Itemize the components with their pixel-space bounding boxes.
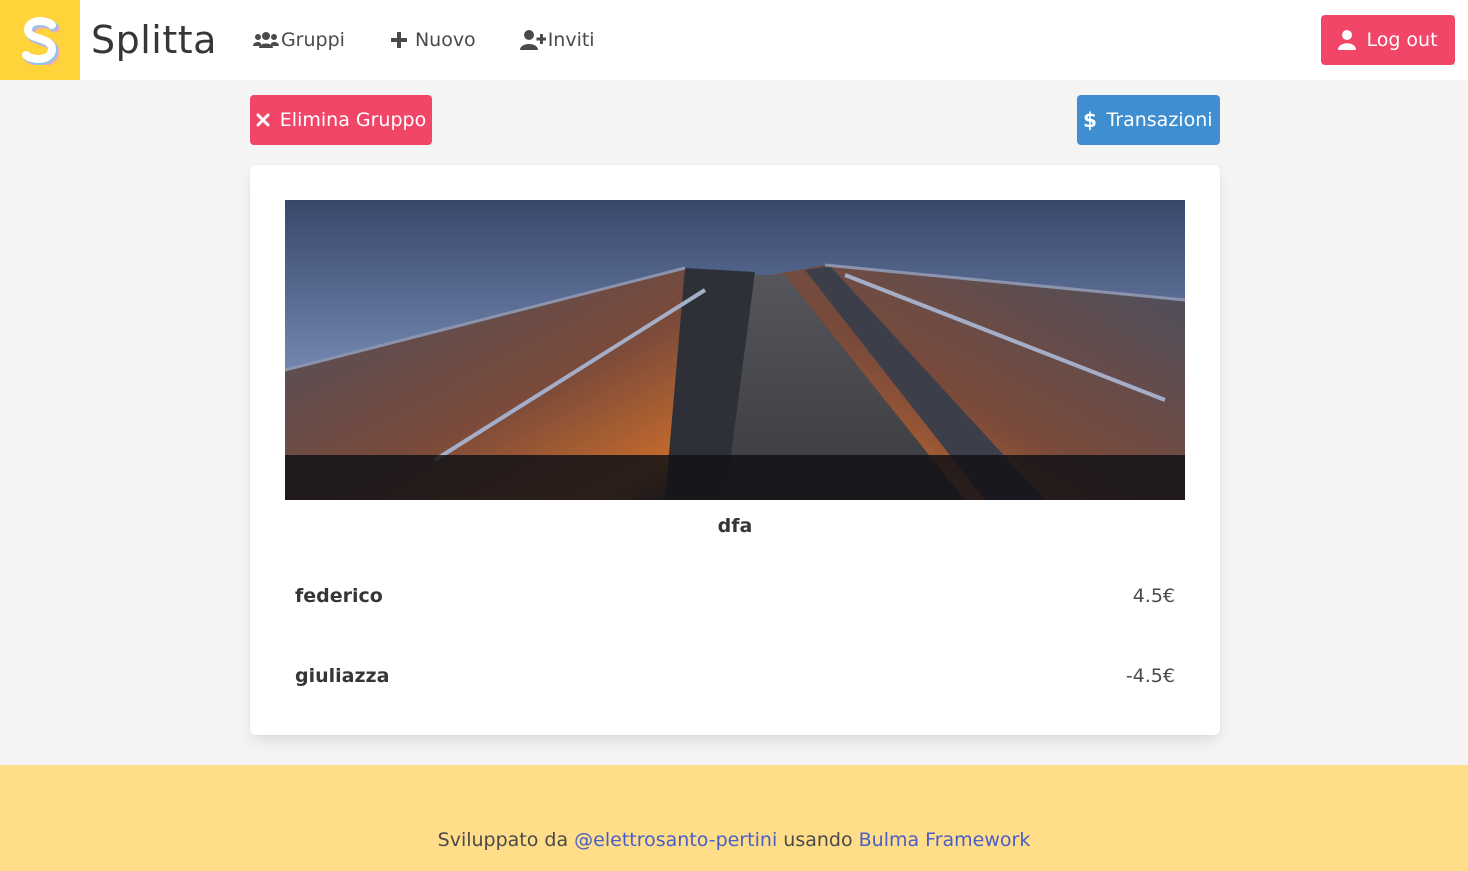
footer-prefix: Sviluppato da: [437, 829, 575, 851]
member-balance: -4.5€: [1125, 665, 1175, 687]
logo[interactable]: [0, 0, 80, 80]
group-name: dfa: [717, 515, 753, 537]
splitta-logo-icon: [22, 17, 60, 65]
group-card: dfa federico 4.5€ giuliazza -4.5€: [250, 165, 1220, 735]
member-name: giuliazza: [295, 665, 390, 687]
plus-icon: [390, 32, 407, 48]
list-item: federico 4.5€: [295, 581, 1175, 611]
framework-link[interactable]: Bulma Framework: [859, 829, 1031, 851]
member-name: federico: [295, 585, 383, 607]
member-balance: 4.5€: [1132, 585, 1175, 607]
group-image: [285, 200, 1185, 500]
brand-name[interactable]: Splitta: [91, 18, 217, 62]
nav-item-nuovo[interactable]: Nuovo: [389, 29, 476, 51]
nav-item-label: Inviti: [547, 29, 595, 51]
nav-item-inviti[interactable]: Inviti: [519, 29, 595, 51]
nav-item-label: Nuovo: [414, 29, 476, 51]
footer: Sviluppato da @elettrosanto-pertini usan…: [0, 765, 1468, 871]
user-icon: [1338, 30, 1357, 50]
close-icon: [256, 113, 270, 127]
users-icon: [252, 32, 279, 48]
logout-button[interactable]: Log out: [1321, 15, 1455, 65]
nav-item-gruppi[interactable]: Gruppi: [252, 29, 345, 51]
logout-label: Log out: [1366, 29, 1438, 51]
footer-text: Sviluppato da @elettrosanto-pertini usan…: [0, 829, 1468, 851]
author-link[interactable]: @elettrosanto-pertini: [574, 829, 777, 851]
nav-item-label: Gruppi: [280, 29, 345, 51]
user-plus-icon: [519, 30, 546, 50]
delete-group-button[interactable]: Elimina Gruppo: [250, 95, 432, 145]
transactions-button[interactable]: $ Transazioni: [1077, 95, 1220, 145]
transactions-label: Transazioni: [1106, 109, 1213, 131]
dollar-icon: $: [1084, 109, 1096, 131]
navbar: Splitta Gruppi Nuovo Inviti Log out: [0, 0, 1468, 80]
svg-text:$: $: [1084, 109, 1096, 131]
list-item: giuliazza -4.5€: [295, 661, 1175, 691]
delete-group-label: Elimina Gruppo: [279, 109, 427, 131]
footer-middle: usando: [777, 829, 859, 851]
